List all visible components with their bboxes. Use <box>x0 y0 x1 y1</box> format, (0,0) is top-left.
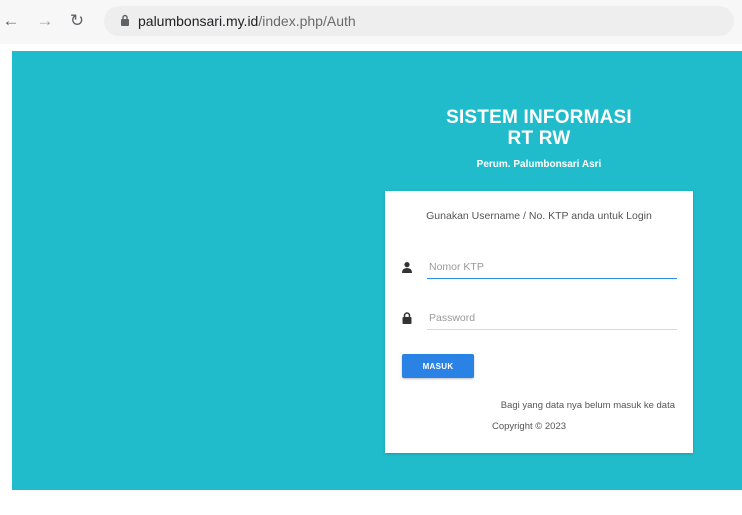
username-row <box>401 255 677 281</box>
password-row <box>401 306 677 332</box>
address-bar[interactable]: palumbonsari.my.id/index.php/Auth <box>104 6 734 36</box>
register-note[interactable]: Bagi yang data nya belum masuk ke data <box>405 400 675 411</box>
lock-icon <box>121 14 129 26</box>
copyright-text: Copyright © 2023 <box>491 421 567 432</box>
title-line-2: RT RW <box>507 128 571 149</box>
password-input[interactable] <box>427 306 677 330</box>
page-title: SISTEM INFORMASI RT RW <box>384 107 694 149</box>
url-text: palumbonsari.my.id/index.php/Auth <box>138 13 356 29</box>
url-domain: palumbonsari.my.id <box>138 13 259 29</box>
title-line-1: SISTEM INFORMASI <box>446 107 632 128</box>
browser-toolbar: ← → ↻ palumbonsari.my.id/index.php/Auth <box>0 0 742 44</box>
username-input[interactable] <box>427 255 677 279</box>
login-hint: Gunakan Username / No. KTP anda untuk Lo… <box>426 210 652 222</box>
user-icon <box>402 262 412 273</box>
forward-arrow-icon[interactable]: → <box>36 12 54 30</box>
lock-icon <box>402 312 412 324</box>
page-subtitle: Perum. Palumbonsari Asri <box>476 159 602 170</box>
reload-icon[interactable]: ↻ <box>68 12 86 30</box>
url-path: /index.php/Auth <box>258 13 356 29</box>
login-button[interactable]: MASUK <box>402 354 474 378</box>
back-arrow-icon[interactable]: ← <box>2 12 20 30</box>
login-card: Gunakan Username / No. KTP anda untuk Lo… <box>385 191 693 453</box>
